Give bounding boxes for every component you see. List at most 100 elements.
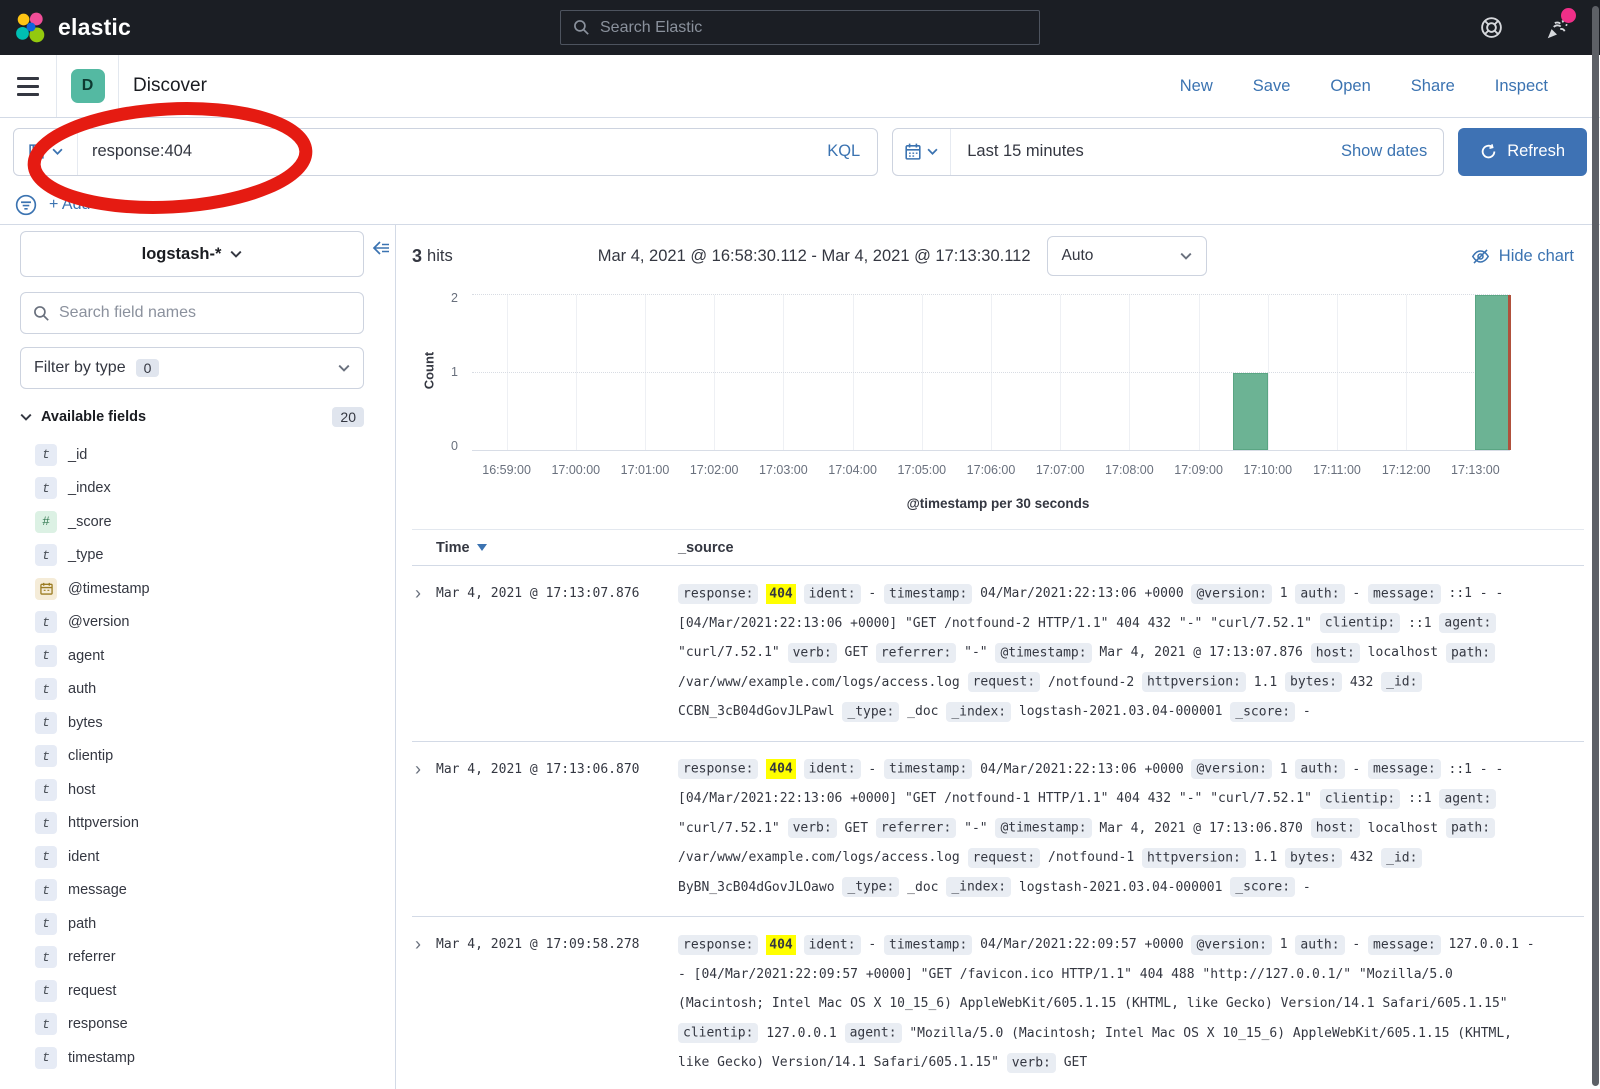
field-item-path[interactable]: tpath (20, 908, 364, 939)
field-name: @timestamp (68, 581, 150, 597)
source-value: 1 (1280, 762, 1288, 777)
field-item--timestamp[interactable]: @timestamp (20, 573, 364, 604)
search-icon (573, 19, 590, 36)
source-field-name: _index: (946, 702, 1011, 722)
field-name: host (68, 782, 95, 798)
new-button[interactable]: New (1180, 77, 1213, 96)
source-value: GET (845, 821, 868, 836)
source-field-name: verb: (788, 643, 837, 663)
field-item--id[interactable]: t_id (20, 439, 364, 470)
source-value: 04/Mar/2021:22:13:06 +0000 (980, 762, 1184, 777)
expand-row-button[interactable]: › (412, 930, 436, 959)
help-icon[interactable] (1478, 15, 1504, 41)
refresh-button[interactable]: Refresh (1458, 128, 1587, 176)
field-item-request[interactable]: trequest (20, 975, 364, 1006)
field-item--index[interactable]: t_index (20, 473, 364, 504)
string-field-icon: t (35, 645, 57, 667)
source-value: localhost (1368, 645, 1438, 660)
source-field-name: timestamp: (884, 759, 972, 779)
app-navbar: D Discover New Save Open Share Inspect (0, 55, 1600, 118)
y-tick-label: 1 (451, 365, 458, 379)
index-pattern-select[interactable]: logstash-* (20, 231, 364, 277)
source-field-name: _score: (1230, 702, 1295, 722)
date-picker-button[interactable] (893, 129, 951, 175)
inspect-button[interactable]: Inspect (1495, 77, 1548, 96)
histogram-bar[interactable] (1475, 295, 1510, 450)
x-axis-title: @timestamp per 30 seconds (412, 496, 1584, 511)
table-row: ›Mar 4, 2021 @ 17:13:06.870response: 404… (412, 742, 1584, 918)
global-search-input[interactable]: Search Elastic (560, 10, 1040, 45)
global-search-placeholder: Search Elastic (600, 19, 702, 37)
add-filter-button[interactable]: + Add filter (49, 196, 125, 214)
field-item-response[interactable]: tresponse (20, 1009, 364, 1040)
source-value: _doc (907, 880, 938, 895)
field-item-httpversion[interactable]: thttpversion (20, 808, 364, 839)
scrollbar[interactable] (1592, 6, 1599, 1086)
filter-menu-icon[interactable] (15, 194, 37, 216)
field-item-host[interactable]: thost (20, 774, 364, 805)
doc-table-body: ›Mar 4, 2021 @ 17:13:07.876response: 404… (412, 566, 1584, 1089)
elastic-logo[interactable]: elastic (0, 11, 131, 45)
string-field-icon: t (35, 1047, 57, 1069)
source-value: "curl/7.52.1" (678, 821, 780, 836)
filter-by-type-select[interactable]: Filter by type 0 (20, 347, 364, 389)
time-range-value[interactable]: Last 15 minutes (951, 142, 1325, 161)
field-item--version[interactable]: t@version (20, 607, 364, 638)
hide-chart-button[interactable]: Hide chart (1471, 247, 1574, 266)
filter-bar: + Add filter (0, 185, 1600, 225)
x-tick-label: 17:06:00 (967, 463, 1016, 477)
field-item-timestamp[interactable]: ttimestamp (20, 1042, 364, 1073)
field-item-clientip[interactable]: tclientip (20, 741, 364, 772)
histogram-bar[interactable] (1233, 373, 1268, 451)
field-item-message[interactable]: tmessage (20, 875, 364, 906)
source-field-name: host: (1311, 818, 1360, 838)
source-field-name: @timestamp: (995, 643, 1091, 663)
source-field-name: clientip: (1320, 613, 1400, 633)
share-button[interactable]: Share (1411, 77, 1455, 96)
time-column-header[interactable]: Time (436, 540, 678, 556)
search-fields-placeholder: Search field names (59, 304, 196, 322)
field-item-ident[interactable]: tident (20, 841, 364, 872)
collapse-sidebar-icon[interactable] (372, 241, 390, 255)
field-item-agent[interactable]: tagent (20, 640, 364, 671)
source-value: GET (845, 645, 868, 660)
expand-row-button[interactable]: › (412, 755, 436, 784)
row-timestamp: Mar 4, 2021 @ 17:09:58.278 (436, 930, 678, 959)
source-field-name: @version: (1191, 759, 1271, 779)
chevron-down-icon (52, 148, 63, 155)
field-item-bytes[interactable]: tbytes (20, 707, 364, 738)
expand-row-button[interactable]: › (412, 579, 436, 608)
saved-query-menu-button[interactable] (14, 129, 78, 175)
source-field-name: auth: (1295, 584, 1344, 604)
source-field-name: timestamp: (884, 584, 972, 604)
source-value: - (1303, 704, 1311, 719)
source-field-name: referrer: (876, 643, 956, 663)
field-item--score[interactable]: #_score (20, 506, 364, 537)
open-button[interactable]: Open (1330, 77, 1370, 96)
source-field-name: path: (1446, 818, 1495, 838)
field-item--type[interactable]: t_type (20, 540, 364, 571)
source-value: /notfound-2 (1048, 675, 1134, 690)
source-value: /var/www/example.com/logs/access.log (678, 675, 960, 690)
source-field-name: agent: (1439, 789, 1496, 809)
newsfeed-icon[interactable] (1544, 15, 1570, 41)
page-title: Discover (133, 75, 207, 97)
available-fields-header[interactable]: Available fields 20 (20, 407, 364, 427)
field-name: request (68, 983, 116, 999)
source-field-name: auth: (1295, 759, 1344, 779)
histogram-interval-select[interactable]: Auto (1047, 236, 1207, 276)
source-value: 1.1 (1254, 850, 1277, 865)
save-button[interactable]: Save (1253, 77, 1291, 96)
field-item-auth[interactable]: tauth (20, 674, 364, 705)
field-item-referrer[interactable]: treferrer (20, 942, 364, 973)
menu-toggle-button[interactable] (0, 55, 57, 117)
query-language-button[interactable]: KQL (810, 142, 877, 161)
query-input[interactable]: response:404 (78, 142, 810, 161)
fields-sidebar: logstash-* Search field names Filter by … (0, 225, 396, 1089)
search-fields-input[interactable]: Search field names (20, 292, 364, 334)
string-field-icon: t (35, 879, 57, 901)
show-dates-button[interactable]: Show dates (1325, 142, 1443, 161)
field-name: httpversion (68, 815, 139, 831)
source-value: /var/www/example.com/logs/access.log (678, 850, 960, 865)
field-list: t_idt_index#_scoret_type @timestamp t@vers… (20, 439, 364, 1073)
